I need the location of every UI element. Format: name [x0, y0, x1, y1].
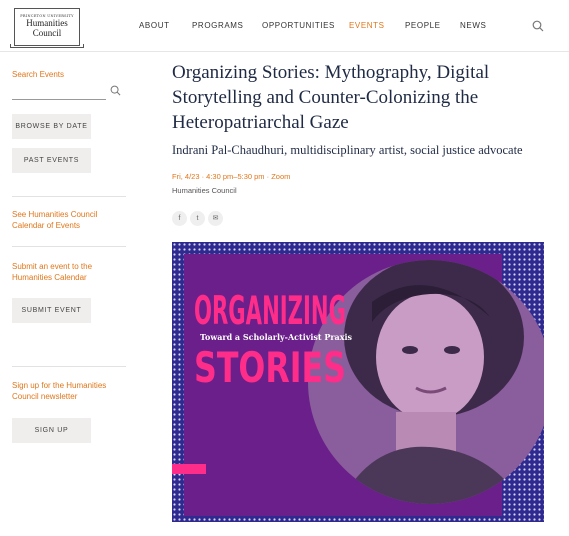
nav-about[interactable]: ABOUT	[139, 21, 170, 30]
event-title: Organizing Stories: Mythography, Digital…	[172, 60, 552, 135]
browse-by-date-button[interactable]: BROWSE BY DATE	[12, 114, 91, 139]
newsletter-link-line-1: Sign up for the Humanities	[12, 381, 107, 390]
facebook-icon[interactable]: f	[172, 211, 187, 226]
submit-link-line-1: Submit an event to the	[12, 262, 93, 271]
divider	[12, 196, 126, 197]
hero-graphic: ORGANIZING Toward a Scholarly-Activist P…	[172, 242, 544, 522]
email-icon[interactable]: ✉	[208, 211, 223, 226]
hero-word-organizing: ORGANIZING	[194, 289, 346, 334]
humanities-council-logo[interactable]: PRINCETON UNIVERSITY Humanities Council	[10, 8, 84, 48]
event-title-line-1: Organizing Stories: Mythography, Digital	[172, 62, 490, 83]
past-events-button[interactable]: PAST EVENTS	[12, 148, 91, 173]
search-events-label: Search Events	[12, 70, 65, 79]
logo-line-3: Council	[32, 28, 62, 38]
calendar-link[interactable]: See Humanities Council Calendar of Event…	[12, 209, 97, 231]
pink-bar	[172, 464, 206, 474]
hero-word-stories: STORIES	[194, 343, 346, 392]
twitter-icon[interactable]: t	[190, 211, 205, 226]
logo-line-2: Humanities	[26, 18, 68, 28]
event-organizer: Humanities Council	[172, 186, 237, 195]
event-title-line-2: Storytelling and Counter-Colonizing the	[172, 87, 479, 108]
submit-link-line-2: Humanities Calendar	[12, 273, 87, 282]
divider	[12, 246, 126, 247]
calendar-link-line-2: Calendar of Events	[12, 221, 81, 230]
nav-opportunities[interactable]: OPPORTUNITIES	[262, 21, 335, 30]
calendar-link-line-1: See Humanities Council	[12, 210, 98, 219]
event-title-line-3: Heteropatriarchal Gaze	[172, 112, 349, 133]
divider	[12, 366, 126, 367]
event-subtitle: Indrani Pal-Chaudhuri, multidisciplinary…	[172, 143, 523, 157]
newsletter-link-line-2: Council newsletter	[12, 392, 78, 401]
submit-event-button[interactable]: SUBMIT EVENT	[12, 298, 91, 323]
newsletter-link[interactable]: Sign up for the Humanities Council newsl…	[12, 380, 106, 402]
site-header: PRINCETON UNIVERSITY Humanities Council …	[0, 0, 569, 52]
hero-tagline: Toward a Scholarly-Activist Praxis	[200, 333, 352, 343]
sign-up-button[interactable]: SIGN UP	[12, 418, 91, 443]
event-datetime: Fri, 4/23 · 4:30 pm–5:30 pm · Zoom	[172, 172, 291, 181]
search-icon[interactable]	[532, 20, 544, 32]
nav-people[interactable]: PEOPLE	[405, 21, 441, 30]
nav-events[interactable]: EVENTS	[349, 21, 385, 30]
nav-news[interactable]: NEWS	[460, 21, 486, 30]
nav-programs[interactable]: PROGRAMS	[192, 21, 243, 30]
search-icon[interactable]	[110, 85, 121, 96]
submit-event-link[interactable]: Submit an event to the Humanities Calend…	[12, 261, 92, 283]
event-hero-image: ORGANIZING Toward a Scholarly-Activist P…	[172, 242, 544, 522]
search-events-input[interactable]	[12, 84, 106, 100]
